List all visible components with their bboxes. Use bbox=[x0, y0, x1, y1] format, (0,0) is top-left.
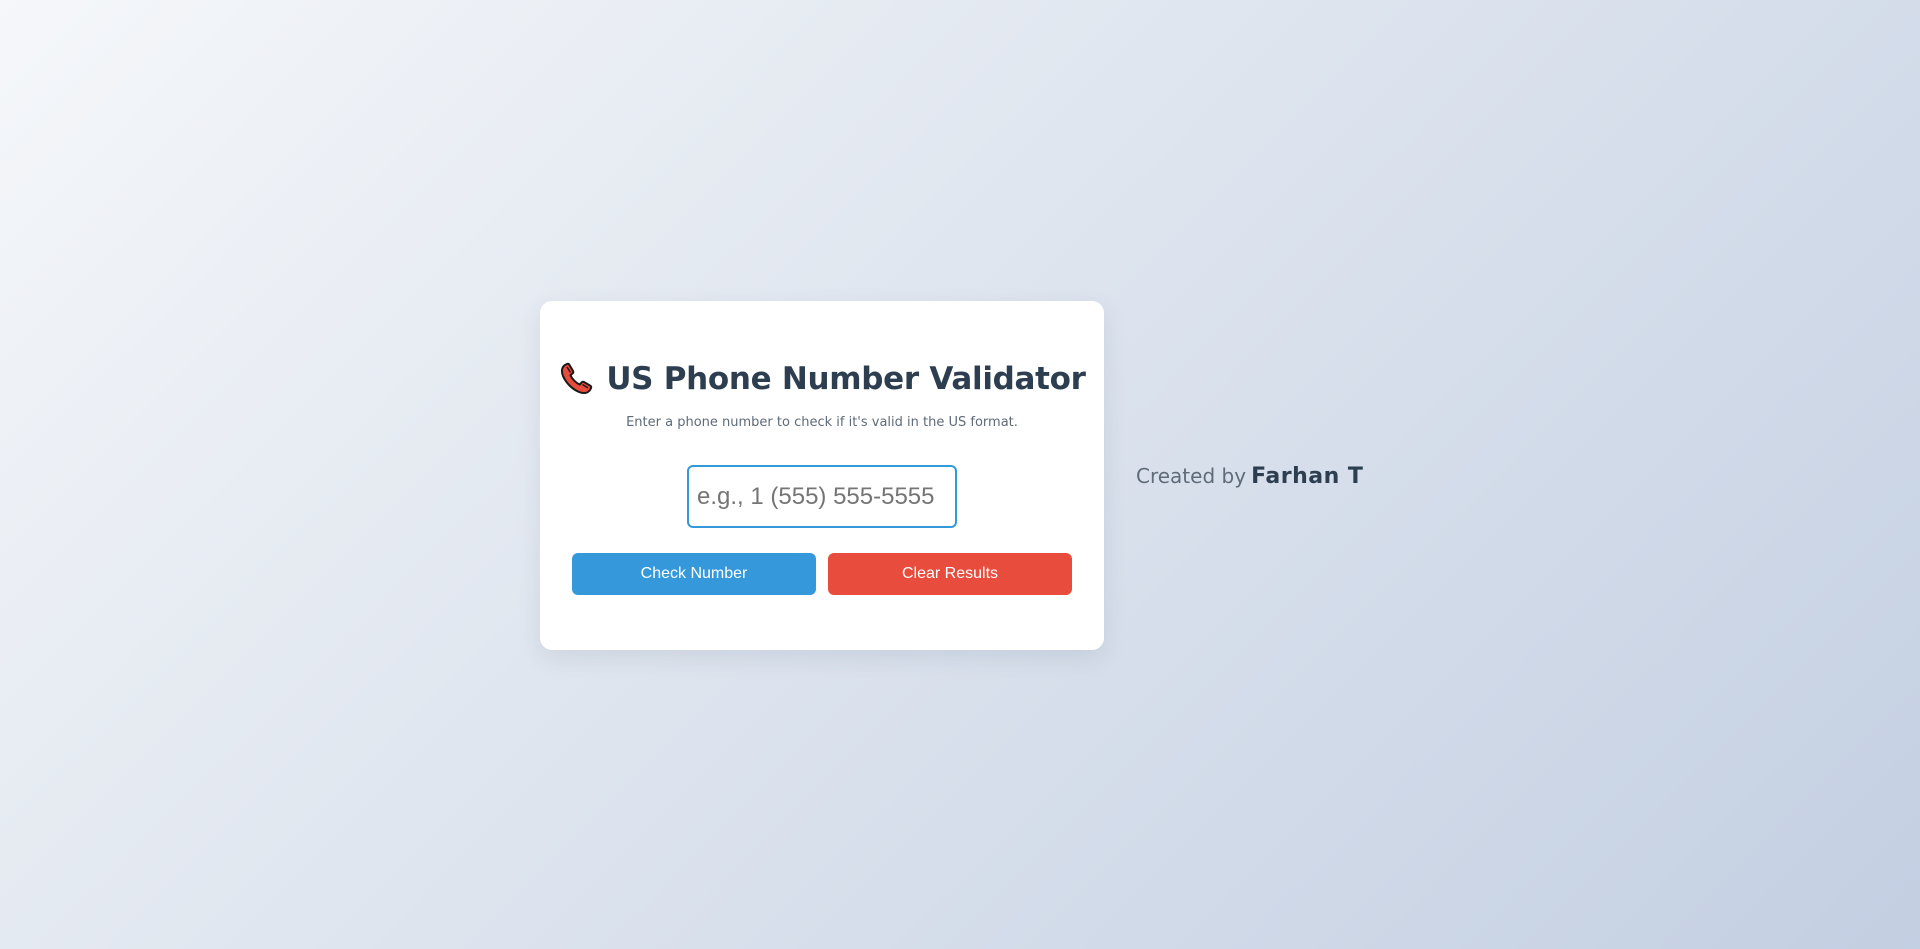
credit-prefix: Created by bbox=[1136, 464, 1247, 488]
credit-author: Farhan T bbox=[1251, 464, 1364, 489]
phone-number-input[interactable] bbox=[687, 465, 957, 528]
author-credit: Created by Farhan T bbox=[1136, 464, 1363, 489]
page-subtitle: Enter a phone number to check if it's va… bbox=[626, 415, 1018, 430]
validator-card: US Phone Number Validator Enter a phone … bbox=[540, 301, 1104, 650]
page-title: US Phone Number Validator bbox=[606, 361, 1086, 397]
clear-results-button[interactable]: Clear Results bbox=[828, 553, 1072, 595]
telephone-receiver-icon bbox=[558, 361, 594, 397]
header: US Phone Number Validator bbox=[540, 357, 1104, 401]
check-number-button[interactable]: Check Number bbox=[572, 553, 816, 595]
